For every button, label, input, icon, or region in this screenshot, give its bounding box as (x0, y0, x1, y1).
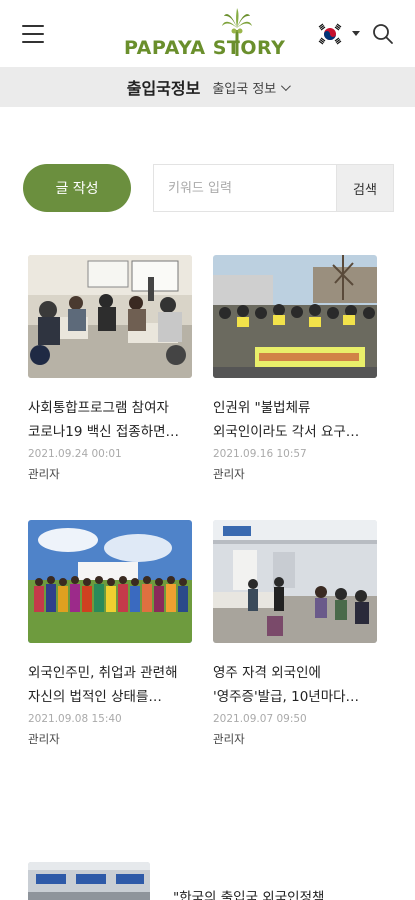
post-card[interactable]: 사회통합프로그램 참여자 코로나19 백신 접종하면… 2021.09.24 0… (28, 255, 192, 482)
list-item[interactable]: "한국의 출입국 외국인정책… (28, 862, 394, 900)
post-card[interactable]: 영주 자격 외국인에 '영주증'발급, 10년마다… 2021.09.07 09… (213, 520, 377, 747)
post-title: 인권위 "불법체류 외국인이라도 각서 요구… (213, 400, 360, 440)
category-bar: 출입국정보 출입국 정보 (0, 67, 415, 107)
post-date: 2021.09.24 00:01 (28, 448, 122, 460)
post-title: 외국인주민, 취업과 관련해 자신의 법적인 상태를… (28, 665, 178, 705)
category-dropdown-label: 출입국 정보 (212, 81, 277, 97)
list-item-title: "한국의 출입국 외국인정책… (173, 890, 338, 900)
category-dropdown[interactable]: 출입국 정보 (212, 78, 292, 97)
post-author: 관리자 (213, 732, 245, 746)
logo-text: PAPAYA STORY (124, 37, 286, 59)
post-card[interactable]: 인권위 "불법체류 외국인이라도 각서 요구… 2021.09.16 10:57… (213, 255, 377, 482)
language-selector[interactable] (316, 22, 364, 46)
chevron-down-icon (281, 80, 292, 91)
post-title: 영주 자격 외국인에 '영주증'발급, 10년마다… (213, 665, 360, 705)
list-item-thumbnail (28, 862, 150, 900)
post-thumbnail (28, 255, 192, 378)
korean-flag-icon (316, 22, 344, 46)
post-date: 2021.09.08 15:40 (28, 713, 122, 725)
post-thumbnail (213, 255, 377, 378)
search-icon[interactable] (372, 23, 394, 45)
post-author: 관리자 (28, 467, 60, 481)
post-date: 2021.09.07 09:50 (213, 713, 307, 725)
chevron-down-icon (352, 31, 360, 36)
keyword-search-input[interactable] (154, 165, 336, 211)
post-thumbnail (28, 520, 192, 643)
post-author: 관리자 (213, 467, 245, 481)
post-thumbnail (213, 520, 377, 643)
app-header: PAPAYA STORY (0, 0, 415, 66)
post-date: 2021.09.16 10:57 (213, 448, 307, 460)
post-title: 사회통합프로그램 참여자 코로나19 백신 접종하면… (28, 400, 180, 440)
post-author: 관리자 (28, 732, 60, 746)
hamburger-icon[interactable] (22, 24, 44, 44)
category-title: 출입국정보 (126, 79, 201, 98)
search-button[interactable]: 검색 (336, 164, 394, 212)
papaya-story-logo[interactable]: PAPAYA STORY (124, 8, 292, 60)
write-post-button[interactable]: 글 작성 (23, 164, 131, 212)
search-box (153, 164, 336, 212)
post-card[interactable]: 외국인주민, 취업과 관련해 자신의 법적인 상태를… 2021.09.08 1… (28, 520, 192, 747)
